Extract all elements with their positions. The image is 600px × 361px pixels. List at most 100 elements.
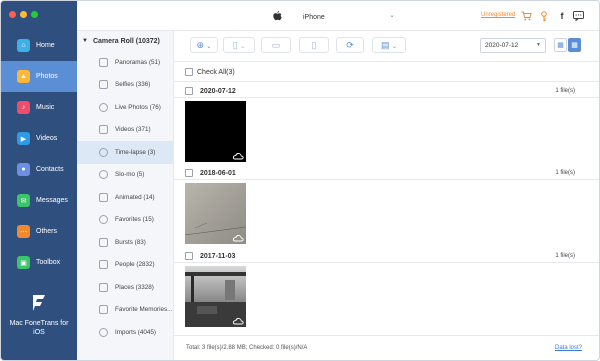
videos-icon: ▶ bbox=[17, 132, 30, 145]
unregistered-link[interactable]: Unregistered bbox=[481, 12, 515, 18]
check-all[interactable]: Check All(3) bbox=[185, 68, 235, 76]
group-file-count: 1 file(s) bbox=[555, 88, 575, 94]
album-animated[interactable]: Animated (14) bbox=[77, 186, 173, 209]
phone-button[interactable]: ▯ bbox=[299, 37, 329, 53]
close-window-button[interactable] bbox=[9, 11, 16, 18]
album-panoramas[interactable]: Panoramas (51) bbox=[77, 51, 173, 74]
toolbox-button[interactable]: ▤ ⌄ bbox=[372, 37, 406, 53]
sidebar-item-messages[interactable]: ✉ Messages bbox=[1, 185, 77, 216]
sidebar-item-videos[interactable]: ▶ Videos bbox=[1, 123, 77, 154]
fonetrans-logo bbox=[33, 295, 45, 311]
selfie-icon bbox=[99, 80, 108, 90]
export-to-device-button[interactable]: ▯ ⌄ bbox=[223, 37, 255, 53]
photo-thumbnail[interactable] bbox=[185, 266, 246, 327]
album-places[interactable]: Places (3328) bbox=[77, 276, 173, 299]
album-time-lapse[interactable]: Time-lapse (3) bbox=[77, 141, 173, 164]
zoom-window-button[interactable] bbox=[31, 11, 38, 18]
album-label: Animated (14) bbox=[115, 193, 155, 201]
toolbox-icon: ▤ ⌄ bbox=[380, 39, 398, 50]
export-to-pc-button[interactable]: ▭ bbox=[261, 37, 291, 53]
sync-button[interactable]: ⟳ bbox=[336, 37, 364, 53]
album-label: Panoramas (51) bbox=[115, 58, 161, 66]
dropdown-arrow-icon: ▼ bbox=[536, 42, 541, 48]
sidebar-item-label: Home bbox=[36, 42, 55, 49]
sidebar-item-contacts[interactable]: ● Contacts bbox=[1, 154, 77, 185]
sidebar-item-others[interactable]: ⋯ Others bbox=[1, 216, 77, 247]
date-filter-select[interactable]: 2020-07-12 ▼ bbox=[480, 38, 546, 53]
chat-icon[interactable] bbox=[572, 10, 584, 22]
add-icon: ⊕ ⌄ bbox=[196, 39, 212, 50]
brand-name-line1: Mac FoneTrans for bbox=[9, 320, 69, 327]
icloud-icon bbox=[232, 318, 244, 325]
album-bursts[interactable]: Bursts (83) bbox=[77, 231, 173, 254]
sidebar-item-photos[interactable]: ▲ Photos bbox=[1, 61, 77, 92]
video-icon bbox=[99, 125, 108, 135]
live-photo-icon bbox=[99, 102, 108, 112]
album-people[interactable]: People (2832) bbox=[77, 254, 173, 277]
minimize-window-button[interactable] bbox=[20, 11, 27, 18]
icloud-icon bbox=[232, 235, 244, 242]
slomo-icon bbox=[99, 170, 108, 180]
album-label: Selfies (336) bbox=[115, 81, 151, 89]
home-icon: ⌂ bbox=[17, 39, 30, 52]
divider bbox=[174, 97, 599, 98]
status-bar: Total: 3 file(s)/2.88 MB; Checked: 0 fil… bbox=[174, 335, 599, 360]
heart-icon bbox=[99, 215, 108, 225]
group-checkbox[interactable] bbox=[185, 87, 193, 95]
list-view-icon: ▦ bbox=[557, 42, 564, 49]
group-checkbox[interactable] bbox=[185, 252, 193, 260]
date-filter-value: 2020-07-12 bbox=[485, 42, 519, 49]
sidebar-item-toolbox[interactable]: ▣ Toolbox bbox=[1, 247, 77, 278]
facebook-icon[interactable]: f bbox=[556, 10, 568, 22]
album-label: People (2832) bbox=[115, 261, 155, 269]
photo-thumbnail[interactable] bbox=[185, 183, 246, 244]
album-videos[interactable]: Videos (371) bbox=[77, 119, 173, 142]
album-label: Bursts (83) bbox=[115, 238, 146, 246]
triangle-down-icon: ▼ bbox=[82, 38, 88, 44]
album-label: Places (3328) bbox=[115, 283, 154, 291]
check-all-checkbox[interactable] bbox=[185, 68, 193, 76]
album-live-photos[interactable]: Live Photos (76) bbox=[77, 96, 173, 119]
group-checkbox[interactable] bbox=[185, 169, 193, 177]
places-icon bbox=[99, 282, 108, 292]
sidebar-item-music[interactable]: ♪ Music bbox=[1, 92, 77, 123]
photo-thumbnail[interactable] bbox=[185, 101, 246, 162]
export-to-pc-icon: ▭ bbox=[271, 39, 281, 50]
chevron-down-icon: ⌄ bbox=[389, 12, 395, 19]
sidebar-item-home[interactable]: ⌂ Home bbox=[1, 30, 77, 61]
toolbox-icon: ▣ bbox=[17, 256, 30, 269]
album-label: Live Photos (76) bbox=[115, 103, 161, 111]
sidebar-item-label: Others bbox=[36, 228, 58, 235]
brand: Mac FoneTrans for iOS bbox=[1, 293, 77, 337]
people-icon bbox=[99, 260, 108, 270]
timelapse-icon bbox=[99, 147, 108, 157]
apple-icon bbox=[273, 11, 285, 23]
cart-icon[interactable] bbox=[520, 10, 532, 22]
grid-view-button[interactable]: ▦ bbox=[568, 38, 581, 52]
divider bbox=[174, 179, 599, 180]
sidebar: ⌂ Home ▲ Photos ♪ Music ▶ Videos ● Conta… bbox=[1, 1, 77, 360]
album-favorite-memories[interactable]: Favorite Memories... bbox=[77, 299, 173, 322]
album-label: Slo-mo (5) bbox=[115, 171, 145, 179]
data-lost-link[interactable]: Data lost? bbox=[555, 345, 582, 351]
album-imports[interactable]: Imports (4045) bbox=[77, 321, 173, 344]
date-group-header: 2020-07-12 bbox=[185, 87, 236, 95]
device-selector[interactable]: iPhone ⌄ bbox=[273, 9, 395, 25]
check-all-label: Check All(3) bbox=[197, 68, 235, 76]
camera-roll-header[interactable]: ▼ Camera Roll (10372) bbox=[77, 31, 173, 51]
key-icon[interactable] bbox=[538, 10, 550, 22]
album-favorites[interactable]: Favorites (15) bbox=[77, 209, 173, 232]
grid-view-icon: ▦ bbox=[571, 42, 578, 49]
sidebar-item-label: Photos bbox=[36, 73, 58, 80]
album-slo-mo[interactable]: Slo-mo (5) bbox=[77, 164, 173, 187]
add-button[interactable]: ⊕ ⌄ bbox=[190, 37, 218, 53]
album-label: Videos (371) bbox=[115, 126, 151, 134]
window-controls bbox=[9, 11, 38, 18]
divider bbox=[174, 262, 599, 263]
album-label: Time-lapse (3) bbox=[115, 148, 156, 156]
group-file-count: 1 file(s) bbox=[555, 170, 575, 176]
sidebar-nav: ⌂ Home ▲ Photos ♪ Music ▶ Videos ● Conta… bbox=[1, 30, 77, 278]
album-selfies[interactable]: Selfies (336) bbox=[77, 74, 173, 97]
animated-icon bbox=[99, 192, 108, 202]
list-view-button[interactable]: ▦ bbox=[554, 38, 567, 52]
